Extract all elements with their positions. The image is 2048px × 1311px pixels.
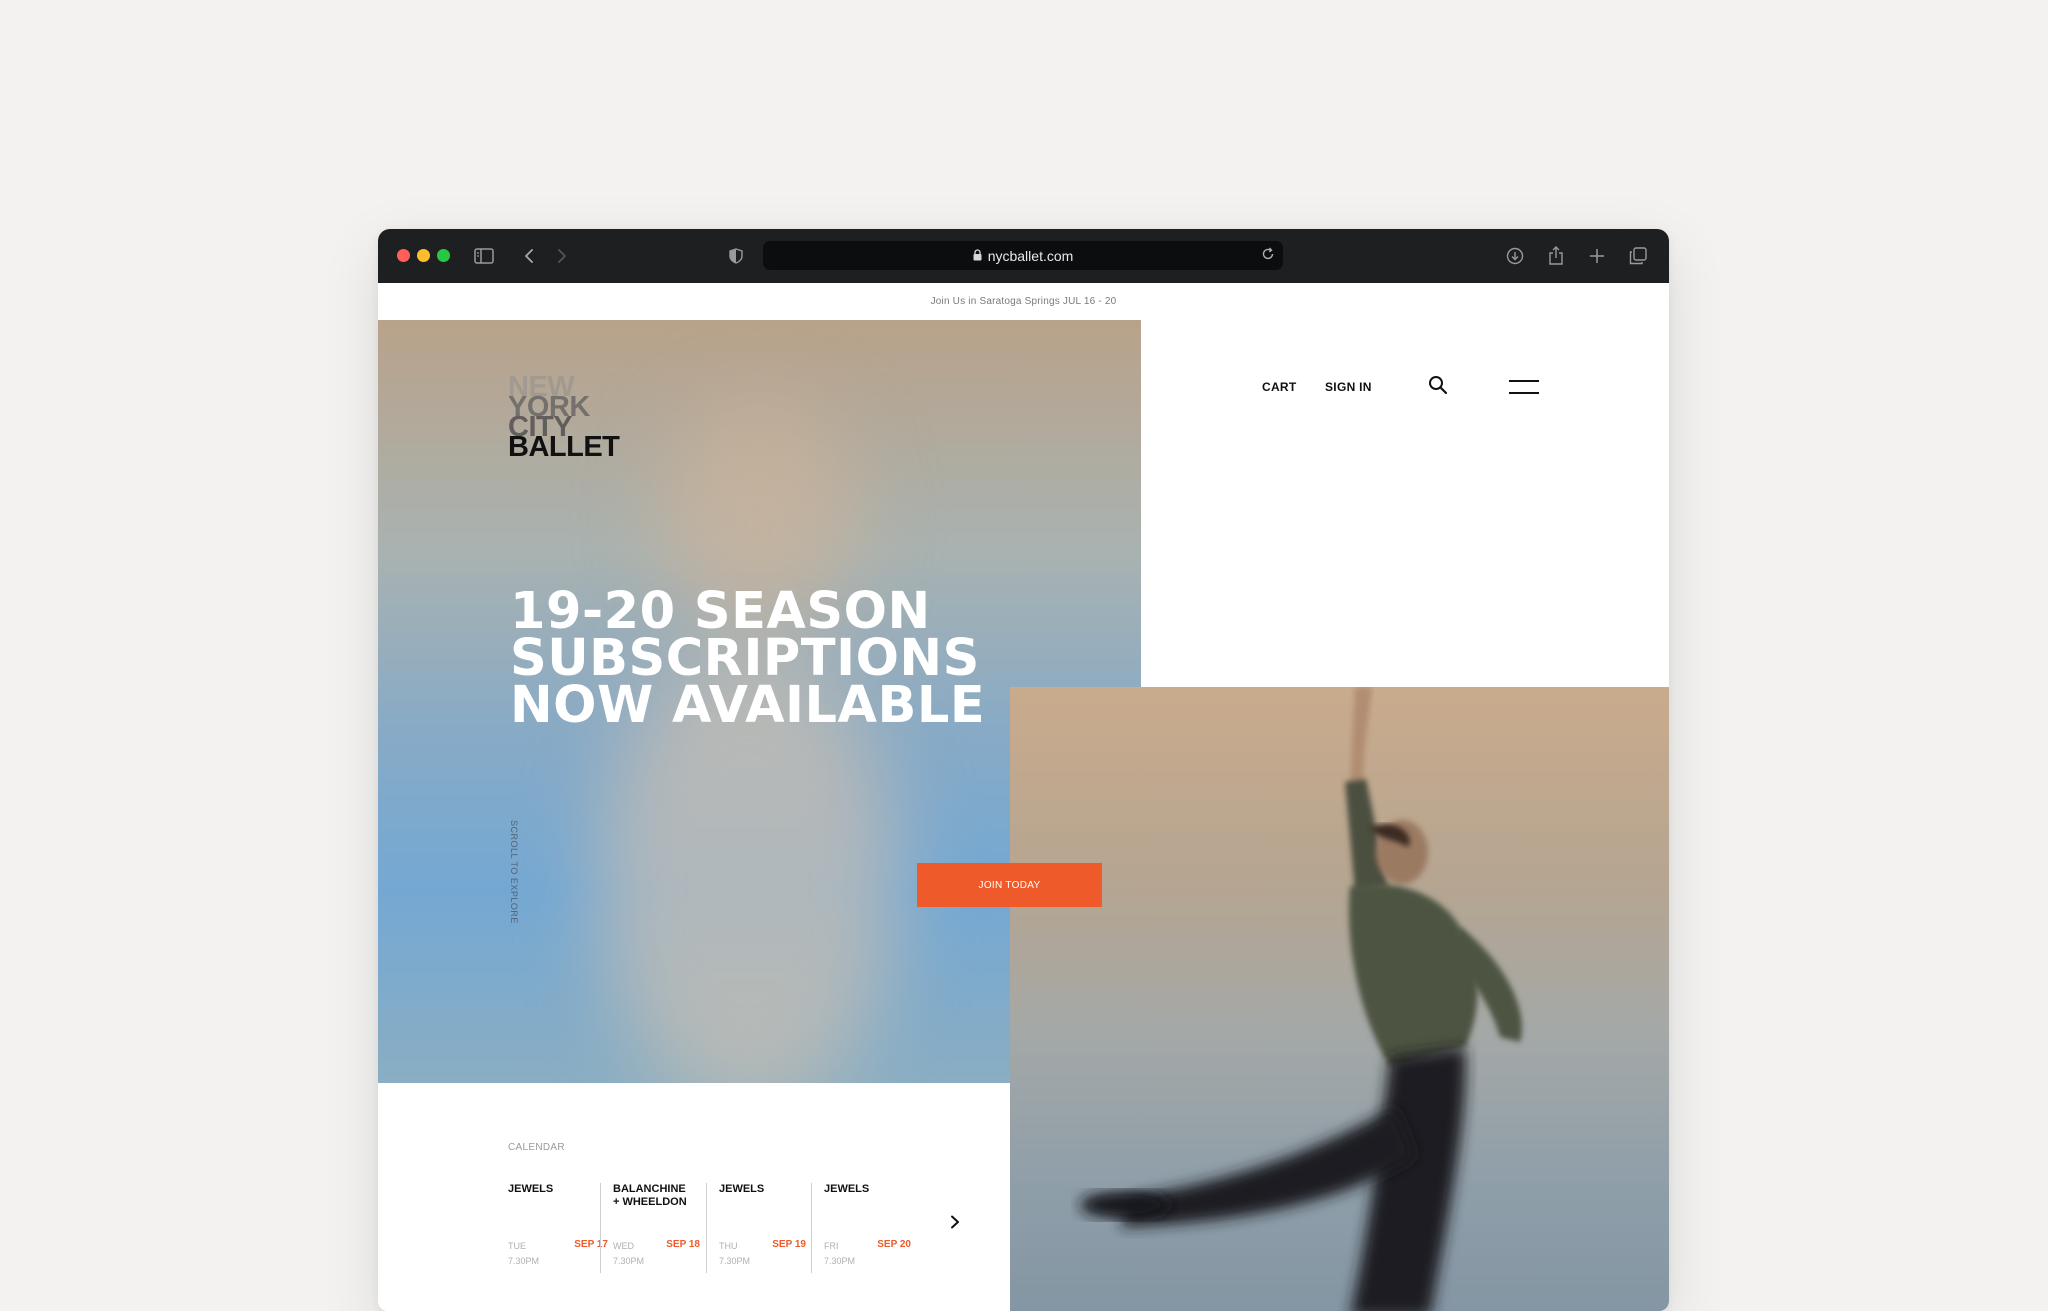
new-tab-icon[interactable] xyxy=(1585,244,1609,268)
nycb-logo[interactable]: NEW YORK CITY BALLET xyxy=(508,373,620,463)
tab-overview-icon[interactable] xyxy=(1626,244,1650,268)
event-date: SEP 20 xyxy=(877,1239,911,1250)
chevron-right-icon[interactable] xyxy=(949,1215,961,1234)
url-text: nycballet.com xyxy=(987,247,1074,264)
event-day-time: THU 7.30PM xyxy=(719,1241,751,1266)
event-title: BALANCHINE + WHEELDON xyxy=(613,1183,687,1208)
event-date: SEP 18 xyxy=(666,1239,700,1250)
join-today-button[interactable]: JOIN TODAY xyxy=(917,863,1102,907)
calendar-label: CALENDAR xyxy=(508,1142,565,1153)
event-day-time: WED 7.30PM xyxy=(613,1241,645,1266)
sidebar-icon[interactable] xyxy=(472,244,496,268)
zoom-window-button[interactable] xyxy=(437,249,450,262)
web-page: Join Us in Saratoga Springs JUL 16 - 20 … xyxy=(378,283,1669,1311)
headline-line-1: 19-20 SEASON xyxy=(510,582,931,641)
browser-window: nycballet.com Join Us in Saratoga Spring… xyxy=(378,229,1669,1311)
share-icon[interactable] xyxy=(1544,244,1568,268)
hero-headline: 19-20 SEASON SUBSCRIPTIONS NOW AVAILABLE xyxy=(510,582,986,735)
back-icon[interactable] xyxy=(517,244,541,268)
cart-link[interactable]: CART xyxy=(1262,380,1297,394)
forward-icon[interactable] xyxy=(550,244,574,268)
privacy-shield-icon[interactable] xyxy=(724,244,748,268)
browser-toolbar: nycballet.com xyxy=(378,229,1669,283)
event-day-time: TUE 7.30PM xyxy=(508,1241,540,1266)
download-icon[interactable] xyxy=(1503,244,1527,268)
calendar-item[interactable]: JEWELS TUE 7.30PM SEP 17 xyxy=(508,1183,614,1273)
male-dancer-figure xyxy=(1080,687,1522,1311)
secondary-hero-image xyxy=(1010,687,1669,1311)
minimize-window-button[interactable] xyxy=(417,249,430,262)
headline-line-2: SUBSCRIPTIONS xyxy=(510,629,980,688)
lock-icon xyxy=(973,248,982,264)
event-title: JEWELS xyxy=(719,1183,765,1195)
headline-line-3: NOW AVAILABLE xyxy=(510,676,986,735)
reload-icon[interactable] xyxy=(1261,247,1275,264)
event-title: JEWELS xyxy=(508,1183,554,1195)
search-icon[interactable] xyxy=(1428,375,1448,400)
event-date: SEP 19 xyxy=(772,1239,806,1250)
calendar-item[interactable]: JEWELS THU 7.30PM SEP 19 xyxy=(706,1183,812,1273)
calendar-section: CALENDAR JEWELS TUE 7.30PM SEP 17 BALANCH… xyxy=(378,1083,1010,1311)
announcement-bar[interactable]: Join Us in Saratoga Springs JUL 16 - 20 xyxy=(378,283,1669,320)
hamburger-menu-icon[interactable] xyxy=(1509,380,1539,394)
event-day-time: FRI 7.30PM xyxy=(824,1241,856,1266)
close-window-button[interactable] xyxy=(397,249,410,262)
logo-line-ballet: BALLET xyxy=(508,431,620,463)
calendar-item[interactable]: JEWELS FRI 7.30PM SEP 20 xyxy=(811,1183,917,1273)
event-title: JEWELS xyxy=(824,1183,870,1195)
address-bar[interactable]: nycballet.com xyxy=(763,241,1283,270)
sign-in-link[interactable]: SIGN IN xyxy=(1325,380,1372,394)
scroll-to-explore[interactable]: SCROLL TO EXPLORE xyxy=(509,820,519,924)
calendar-item[interactable]: BALANCHINE + WHEELDON WED 7.30PM SEP 18 xyxy=(600,1183,706,1273)
